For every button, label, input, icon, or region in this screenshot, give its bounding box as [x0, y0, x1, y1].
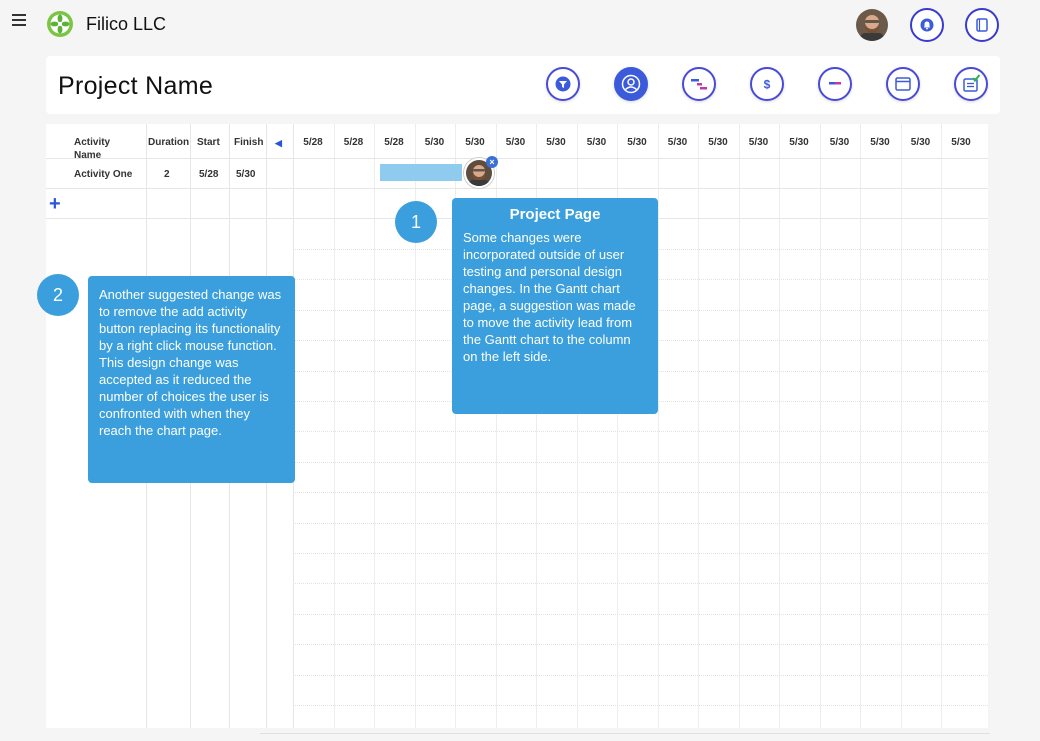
- person-icon: [621, 74, 641, 94]
- annotation-1-title: Project Page: [509, 206, 601, 223]
- annotation-number-1: 1: [395, 201, 437, 243]
- notebook-icon: [976, 18, 988, 32]
- gantt-header: Activity Name Duration Start Finish ◀ 5/…: [46, 124, 988, 161]
- empty-row-line: [293, 431, 988, 432]
- date-column-header: 5/30: [505, 137, 526, 148]
- filico-logo: [46, 10, 74, 38]
- date-grid-line: [738, 124, 740, 728]
- date-grid-line: [698, 124, 699, 728]
- date-column-header: 5/28: [343, 137, 364, 148]
- column-duration[interactable]: Duration: [148, 137, 189, 148]
- checklist-icon: [963, 74, 981, 92]
- calendar-button[interactable]: [886, 67, 920, 101]
- empty-row-line: [293, 675, 988, 676]
- bottom-divider: [260, 733, 990, 734]
- remove-lead-icon[interactable]: ×: [486, 156, 498, 168]
- add-activity-button[interactable]: +: [49, 194, 61, 214]
- bell-icon: [920, 18, 934, 32]
- empty-row-line: [293, 462, 988, 463]
- finish-cell[interactable]: 5/30: [236, 169, 255, 180]
- gantt-icon: [691, 79, 707, 90]
- annotation-number-2: 2: [37, 274, 79, 316]
- date-column-header: 5/30: [748, 137, 769, 148]
- filter-button[interactable]: [546, 67, 580, 101]
- timeline-button[interactable]: [818, 67, 852, 101]
- date-column-header: 5/30: [465, 137, 485, 148]
- date-column-header: 5/30: [627, 137, 647, 148]
- date-grid-line: [819, 124, 821, 728]
- app-title: Filico LLC: [86, 14, 167, 34]
- date-column-header: 5/30: [951, 137, 971, 148]
- scroll-left-icon[interactable]: ◀: [275, 138, 282, 149]
- dollar-icon: $: [764, 78, 771, 92]
- tasks-button[interactable]: [954, 67, 988, 101]
- hamburger-menu-icon[interactable]: [12, 14, 26, 28]
- date-column-header: 5/28: [384, 137, 404, 148]
- empty-row-line: [293, 553, 988, 554]
- column-finish[interactable]: Finish: [234, 137, 263, 148]
- top-bar: Filico LLC: [0, 0, 1040, 50]
- date-column-header: 5/30: [586, 137, 607, 148]
- date-grid-line: [900, 124, 902, 728]
- svg-text:$: $: [764, 78, 771, 92]
- date-grid-line: [333, 124, 335, 728]
- date-column-header: 5/30: [424, 137, 445, 148]
- date-column-header: 5/30: [829, 137, 850, 148]
- date-column-header: 5/28: [303, 137, 323, 148]
- date-grid-line: [779, 124, 780, 728]
- date-grid-line: [941, 124, 942, 728]
- date-column-header: 5/30: [667, 137, 688, 148]
- people-button[interactable]: [614, 67, 648, 101]
- page-title: Project Name: [58, 72, 214, 100]
- empty-row-line: [293, 523, 988, 524]
- date-column-header: 5/30: [870, 137, 890, 148]
- column-start[interactable]: Start: [197, 137, 220, 148]
- annotation-1-text: Some changes were incorporated outside o…: [463, 230, 636, 364]
- activity-name-cell[interactable]: Activity One: [74, 169, 132, 180]
- budget-button[interactable]: $: [750, 67, 784, 101]
- empty-row-line: [293, 644, 988, 645]
- empty-row-line: [293, 583, 988, 584]
- project-header: Project Name $: [46, 56, 1000, 114]
- documents-button[interactable]: [965, 8, 999, 42]
- gantt-view-button[interactable]: [682, 67, 716, 101]
- notifications-button[interactable]: [910, 8, 944, 42]
- annotation-2-text: Another suggested change was to remove t…: [99, 287, 282, 438]
- date-grid-line: [374, 124, 375, 728]
- filter-icon: [555, 76, 571, 92]
- activity-bar[interactable]: [380, 164, 462, 181]
- date-column-header: 5/30: [789, 137, 809, 148]
- annotation-2: Another suggested change was to remove t…: [88, 276, 295, 483]
- annotation-1: Project Page Some changes were incorpora…: [452, 198, 658, 414]
- date-column-header: 5/30: [546, 137, 566, 148]
- date-grid-line: [860, 124, 861, 728]
- start-cell[interactable]: 5/28: [199, 169, 218, 180]
- empty-row-line: [293, 614, 988, 615]
- date-column-header: 5/30: [708, 137, 728, 148]
- row-divider: [46, 188, 988, 189]
- header-divider: [46, 158, 988, 159]
- duration-cell[interactable]: 2: [164, 169, 170, 180]
- date-column-header: 5/30: [910, 137, 931, 148]
- empty-row-line: [293, 705, 988, 706]
- calendar-icon: [895, 77, 911, 91]
- empty-row-line: [293, 492, 988, 493]
- timeline-icon: [829, 82, 841, 85]
- user-avatar[interactable]: [856, 9, 888, 41]
